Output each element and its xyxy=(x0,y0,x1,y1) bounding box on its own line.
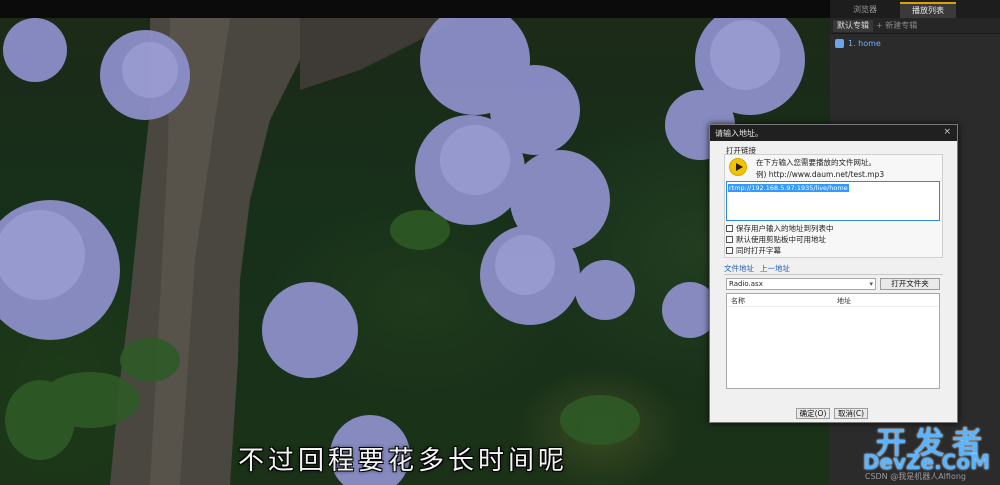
tab-previous-address[interactable]: 上一地址 xyxy=(760,263,790,274)
tab-default-album[interactable]: 默认专辑 xyxy=(833,20,873,32)
column-header-name[interactable]: 名称 xyxy=(731,296,745,306)
video-top-bar xyxy=(0,0,830,18)
example-text: 例) http://www.daum.net/test.mp3 xyxy=(756,170,885,179)
close-icon[interactable]: × xyxy=(943,127,951,137)
address-list-select[interactable]: Radio.asx ▾ xyxy=(726,278,876,290)
open-subtitle-checkbox[interactable]: 同时打开字幕 xyxy=(726,245,846,255)
dialog-title: 请输入地址。 xyxy=(715,129,763,138)
checkbox-label: 保存用户输入的地址到列表中 xyxy=(736,223,834,233)
save-address-checkbox[interactable]: 保存用户输入的地址到列表中 xyxy=(726,223,846,233)
tab-playlist[interactable]: 播放列表 xyxy=(900,2,956,18)
tab-file-address[interactable]: 文件地址 xyxy=(724,263,754,274)
checkbox-box xyxy=(726,246,733,254)
tab-divider xyxy=(724,274,943,275)
playlist-item[interactable]: 1. home xyxy=(835,37,995,49)
url-input[interactable]: rtmp://192.168.5.97:1935/live/home xyxy=(726,181,940,221)
video-area[interactable]: 不过回程要花多长时间呢 xyxy=(0,0,830,485)
use-clipboard-checkbox[interactable]: 默认使用剪贴板中可用地址 xyxy=(726,234,846,244)
select-value: Radio.asx xyxy=(729,280,763,288)
album-tab-bar: 默认专辑 + 新建专辑 xyxy=(830,18,1000,34)
open-folder-button[interactable]: 打开文件夹 xyxy=(880,278,940,290)
checkbox-box xyxy=(726,224,733,232)
playlist-item-label: 1. home xyxy=(848,38,881,48)
video-subtitle: 不过回程要花多长时间呢 xyxy=(238,446,569,476)
watermark-credit: CSDN @我是机器人Alfiong xyxy=(864,472,966,481)
ok-button[interactable]: 确定(O) xyxy=(796,408,830,419)
header-divider xyxy=(727,306,939,307)
panel-tab-bar: 浏览器 播放列表 xyxy=(830,0,1000,18)
tab-browser[interactable]: 浏览器 xyxy=(838,2,892,18)
stream-icon xyxy=(835,38,844,48)
address-list[interactable]: 名称 地址 xyxy=(726,293,940,389)
checkbox-label: 默认使用剪贴板中可用地址 xyxy=(736,234,826,244)
url-input-value: rtmp://192.168.5.97:1935/live/home xyxy=(728,184,849,192)
open-url-dialog: 请输入地址。 × 打开链接 在下方输入您需要播放的文件网址。 例) http:/… xyxy=(709,124,958,423)
dialog-title-bar: 请输入地址。 × xyxy=(710,125,957,141)
chevron-down-icon: ▾ xyxy=(869,280,873,288)
video-frame-scene xyxy=(0,5,805,485)
play-icon xyxy=(729,158,747,176)
checkbox-label: 同时打开字幕 xyxy=(736,245,781,255)
cancel-button[interactable]: 取消(C) xyxy=(834,408,868,419)
hint-text: 在下方输入您需要播放的文件网址。 xyxy=(756,158,876,167)
column-header-address[interactable]: 地址 xyxy=(837,296,851,306)
new-album-button[interactable]: + 新建专辑 xyxy=(872,20,921,32)
checkbox-box xyxy=(726,235,733,243)
